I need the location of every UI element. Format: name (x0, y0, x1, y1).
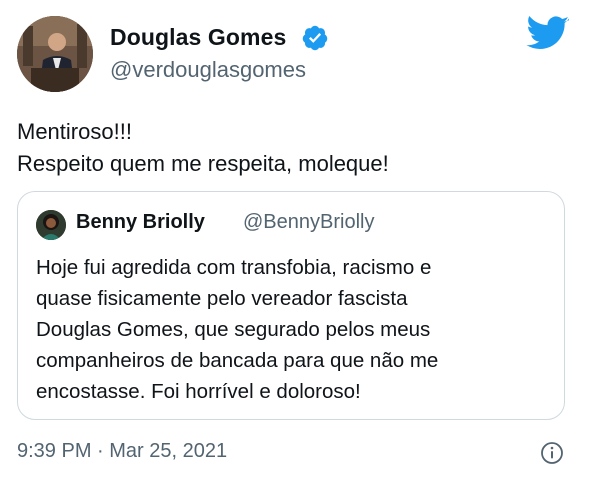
quoted-tweet-text: Hoje fui agredida com transfobia, racism… (36, 252, 551, 407)
quoted-text-line: encostasse. Foi horrível e doloroso! (36, 380, 361, 403)
tweet-text-line: Mentiroso!!! (17, 119, 132, 144)
author-name[interactable]: Douglas Gomes (110, 24, 286, 51)
author-handle[interactable]: @verdouglasgomes (110, 57, 306, 83)
quoted-text-line: quase fisicamente pelo vereador fascista (36, 287, 408, 310)
quoted-author-handle[interactable]: @BennyBriolly (243, 211, 374, 234)
quoted-author-name[interactable]: Benny Briolly (76, 211, 205, 234)
quoted-text-line: Hoje fui agredida com transfobia, racism… (36, 256, 432, 279)
quoted-author-avatar[interactable] (36, 210, 66, 240)
tweet-timestamp[interactable]: 9:39 PM · Mar 25, 2021 (17, 440, 227, 463)
verified-badge-icon (302, 25, 328, 51)
twitter-bird-icon[interactable] (526, 16, 570, 52)
quoted-text-line: Douglas Gomes, que segurado pelos meus (36, 318, 431, 341)
tweet-text-line: Respeito quem me respeita, moleque! (17, 151, 389, 176)
avatar-photo (17, 16, 93, 92)
quoted-tweet-card[interactable]: Benny Briolly @BennyBriolly Hoje fui agr… (17, 191, 565, 420)
author-avatar[interactable] (17, 16, 93, 92)
tweet-text: Mentiroso!!! Respeito quem me respeita, … (17, 116, 389, 180)
quoted-avatar-photo (36, 210, 66, 240)
info-icon[interactable] (540, 441, 564, 465)
quoted-text-line: companheiros de bancada para que não me (36, 349, 439, 372)
